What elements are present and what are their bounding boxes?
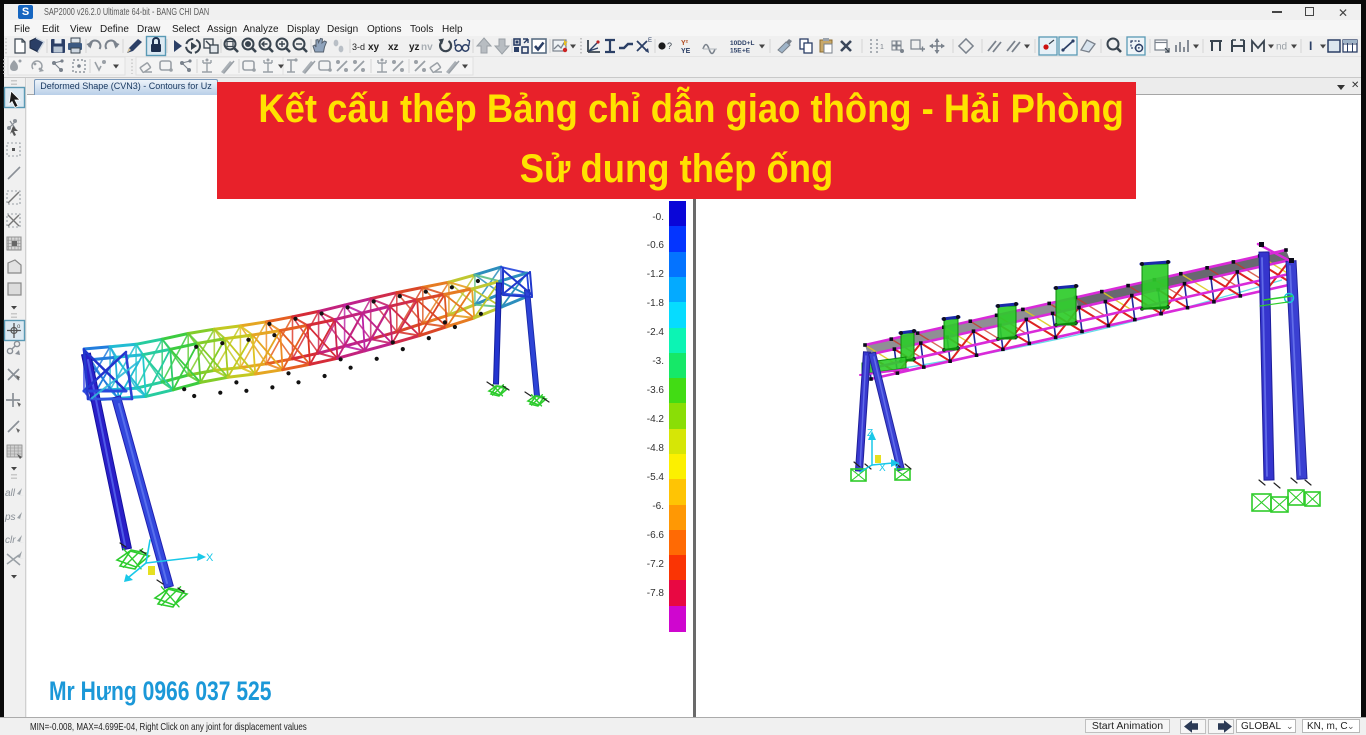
svg-text:all: all xyxy=(5,488,16,499)
svg-text:nd: nd xyxy=(1276,42,1287,53)
svg-text:Y: Y xyxy=(893,462,900,473)
svg-text:clr: clr xyxy=(5,535,16,546)
svg-text:10D: 10D xyxy=(730,40,742,47)
svg-text:yz: yz xyxy=(409,42,420,53)
svg-text:+E: +E xyxy=(742,48,751,55)
svg-text:3-d: 3-d xyxy=(352,42,365,52)
svg-text:X: X xyxy=(879,463,886,474)
svg-text:15E: 15E xyxy=(730,48,742,55)
svg-text:X: X xyxy=(206,552,214,564)
svg-text:I: I xyxy=(1309,39,1312,53)
svg-text:nv: nv xyxy=(421,42,433,53)
svg-text:?: ? xyxy=(667,41,672,51)
svg-text:Y²: Y² xyxy=(681,40,689,47)
svg-text:1: 1 xyxy=(880,44,884,51)
svg-text:xz: xz xyxy=(388,42,399,53)
svg-text:Z: Z xyxy=(867,428,873,439)
svg-text:E: E xyxy=(648,38,652,44)
svg-text:YE: YE xyxy=(681,48,691,55)
svg-text:xy: xy xyxy=(368,42,380,53)
svg-text:ps: ps xyxy=(4,512,16,523)
svg-text:D+L: D+L xyxy=(742,40,754,47)
